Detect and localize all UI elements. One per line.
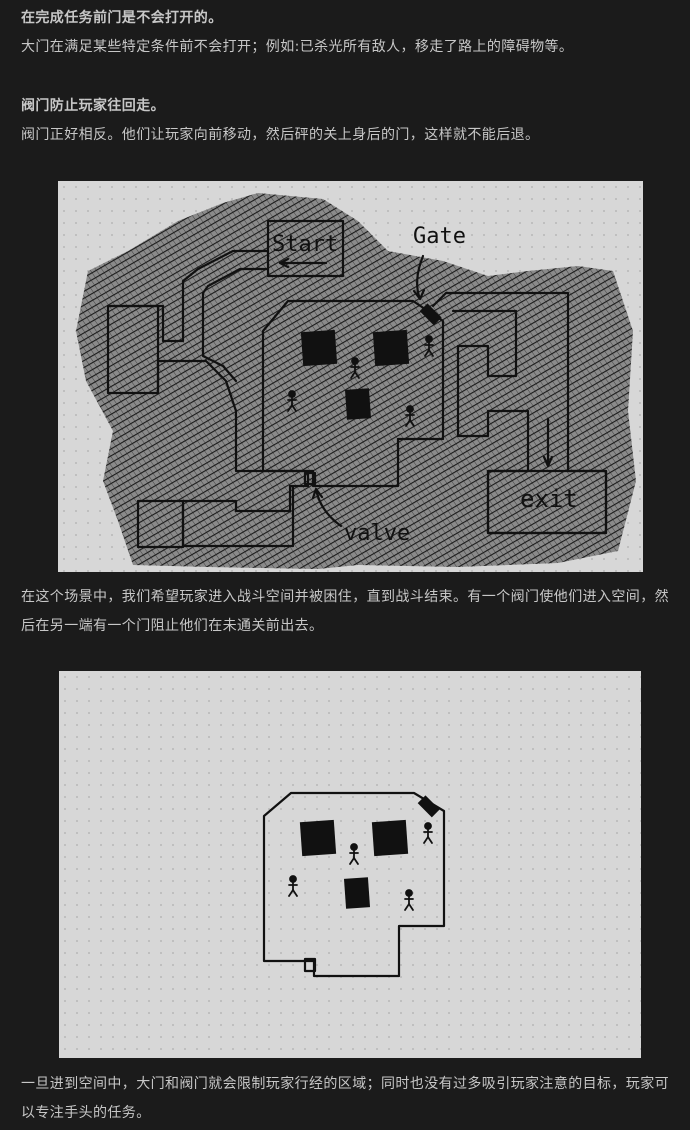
section-gate-body: 大门在满足某些特定条件前不会打开；例如:已杀光所有敌人，移走了路上的障碍物等。 <box>21 39 574 55</box>
arena-gate-marker <box>417 795 440 818</box>
caption-focus: 一旦进到空间中，大门和阀门就会限制玩家行经的区域；同时也没有过多吸引玩家注意的目… <box>21 1076 669 1121</box>
section-valve-body: 阀门正好相反。他们让玩家向前移动，然后砰的关上身后的门，这样就不能后退。 <box>21 127 540 143</box>
section-gate-heading: 在完成任务前门是不会打开的。 <box>21 10 223 26</box>
level-sketch-figure: Start Gate exit valve <box>58 181 643 572</box>
valve-label: valve <box>344 521 410 546</box>
section-valve-heading: 阀门防止玩家往回走。 <box>21 98 165 114</box>
caption-scenario: 在这个场景中，我们希望玩家进入战斗空间并被困住，直到战斗结束。有一个阀门使他们进… <box>21 589 669 634</box>
arena-pillars <box>299 819 409 909</box>
exit-label: exit <box>520 485 578 513</box>
arena-sketch-figure <box>59 671 641 1058</box>
start-label: Start <box>272 232 338 257</box>
gate-label: Gate <box>413 224 466 249</box>
